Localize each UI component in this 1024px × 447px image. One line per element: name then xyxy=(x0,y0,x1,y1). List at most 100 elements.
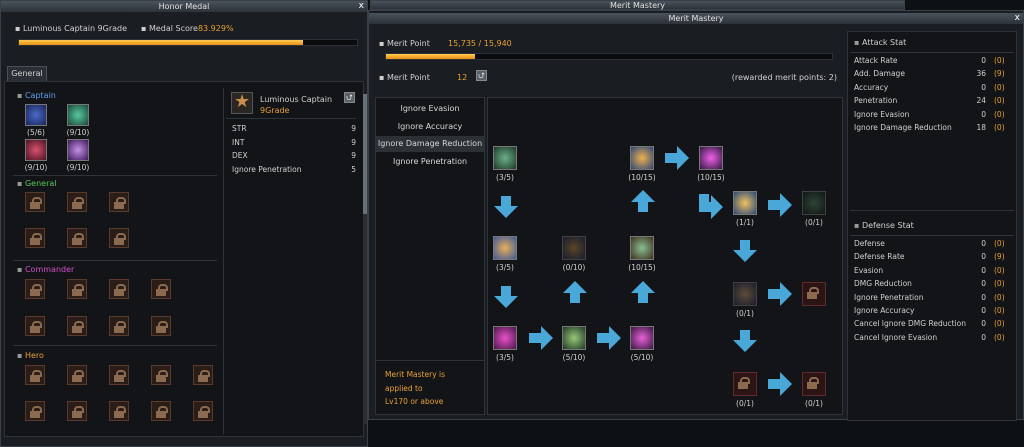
merit-level-value: 12 xyxy=(457,73,468,82)
merit-skill-icon[interactable] xyxy=(562,236,586,260)
medal-score: ▪ Medal Score83.929% xyxy=(141,24,234,33)
merit-bg-title-bar[interactable]: Merit Mastery xyxy=(370,0,905,10)
locked-node-icon[interactable] xyxy=(802,372,826,396)
general-heading: General xyxy=(17,179,57,188)
attack-stat-label: Ignore Evasion xyxy=(854,109,910,119)
locked-node-icon[interactable] xyxy=(733,372,757,396)
medal-score-fill xyxy=(19,40,303,45)
merit-skill-icon[interactable] xyxy=(630,146,654,170)
honor-scrollbar-thumb[interactable] xyxy=(363,94,367,214)
attack-stat-bonus: (0) xyxy=(994,96,1005,106)
merit-point-row: ▪ Merit Point xyxy=(379,39,430,48)
merit-title-bar[interactable]: Merit Mastery x xyxy=(369,13,1023,24)
detail-medal-grade: 9Grade xyxy=(260,106,290,115)
arrow-up-icon xyxy=(631,190,655,212)
defense-stat-label: Ignore Penetration xyxy=(854,292,924,302)
merit-skill-icon[interactable] xyxy=(733,282,757,306)
lock-icon xyxy=(67,228,87,248)
attack-stat-value: 36 xyxy=(976,69,986,79)
defense-stat-label: Defense Rate xyxy=(854,252,905,262)
merit-note: Merit Mastery is applied to Lv170 or above xyxy=(385,368,445,409)
merit-skill-icon[interactable] xyxy=(733,191,757,215)
lock-icon xyxy=(67,192,87,212)
merit-skill-icon[interactable] xyxy=(493,146,517,170)
arrow-down-icon xyxy=(733,240,757,262)
tab-general[interactable]: General xyxy=(7,66,47,81)
divider xyxy=(850,52,1014,53)
merit-menu-item[interactable]: Ignore Evasion xyxy=(376,101,484,117)
honor-title-bar[interactable]: Honor Medal x xyxy=(1,1,367,12)
captain-medal-3-count: (9/10) xyxy=(24,163,48,172)
attack-stat-bonus: (0) xyxy=(994,109,1005,119)
detail-action-button[interactable]: ⮍ xyxy=(344,92,355,103)
captain-heading: Captain xyxy=(17,91,56,100)
merit-skill-icon[interactable] xyxy=(562,326,586,350)
merit-skill-icon[interactable] xyxy=(802,191,826,215)
honor-content-panel: Captain (5/6) (9/10) (9/10) (9/10) Gener… xyxy=(4,81,367,437)
merit-skill-count: (5/10) xyxy=(562,353,586,362)
detail-stat-label: INT xyxy=(232,137,245,147)
attack-stat-row: Attack Rate 0 (0) xyxy=(854,56,1010,69)
merit-point-value: 15,735 / 15,940 xyxy=(448,39,512,48)
defense-stat-heading: Defense Stat xyxy=(854,221,914,230)
defense-stat-bonus: (0) xyxy=(994,306,1005,315)
defense-stat-row: Defense 0 (0) xyxy=(854,239,1010,252)
captain-medal-1-count: (5/6) xyxy=(27,128,45,137)
merit-level-row: ▪ Merit Point xyxy=(379,73,430,82)
detail-stat-row: Ignore Penetration 5 xyxy=(232,165,356,178)
lock-icon xyxy=(193,401,213,421)
detail-stat-value: 5 xyxy=(351,164,356,174)
merit-point-bar xyxy=(385,53,833,60)
attack-stat-row: Accuracy 0 (0) xyxy=(854,83,1010,96)
attack-stat-label: Ignore Damage Reduction xyxy=(854,123,952,132)
defense-stat-value: 0 xyxy=(981,306,986,315)
merit-skill-icon[interactable] xyxy=(630,236,654,260)
rewarded-merit-points: (rewarded merit points: 2) xyxy=(731,73,837,82)
defense-stat-bonus: (0) xyxy=(994,292,1005,302)
locked-node-icon[interactable] xyxy=(802,282,826,306)
arrow-right-icon xyxy=(768,193,792,217)
merit-menu-item[interactable]: Ignore Accuracy xyxy=(376,119,484,135)
captain-medal-1-icon[interactable] xyxy=(25,104,47,126)
merit-menu-item[interactable]: Ignore Penetration xyxy=(376,154,484,170)
captain-medal-3-icon[interactable] xyxy=(25,139,47,161)
attack-stat-row: Ignore Evasion 0 (0) xyxy=(854,110,1010,123)
medal-detail-panel: ★ Luminous Captain 9Grade ⮍ STR 9 INT 9 DEX 9… xyxy=(223,88,359,434)
merit-skill-icon[interactable] xyxy=(699,146,723,170)
defense-stat-row: Defense Rate 0 (9) xyxy=(854,252,1010,265)
commander-heading: Commander xyxy=(17,265,74,274)
arrow-right-icon xyxy=(597,326,621,350)
merit-skill-icon[interactable] xyxy=(493,326,517,350)
defense-stat-label: Cancel Ignore Evasion xyxy=(854,332,938,342)
merit-menu-item[interactable]: Ignore Damage Reduction xyxy=(376,136,484,152)
divider xyxy=(226,118,356,119)
defense-stat-value: 0 xyxy=(981,239,986,248)
lock-icon xyxy=(25,279,45,299)
lock-icon xyxy=(109,279,129,299)
merit-point-fill xyxy=(386,54,476,59)
defense-stat-bonus: (0) xyxy=(994,239,1005,248)
captain-medal-2-icon[interactable] xyxy=(67,104,89,126)
defense-stat-bonus: (0) xyxy=(994,279,1005,289)
defense-stat-row: Cancel Ignore DMG Reduction 0 (0) xyxy=(854,319,1010,332)
merit-close-button[interactable]: x xyxy=(1015,13,1020,24)
merit-level-button[interactable]: ⮍ xyxy=(476,70,487,81)
detail-stat-row: DEX 9 xyxy=(232,151,356,164)
honor-medal-window: Honor Medal x ▪ Luminous Captain 9Grade … xyxy=(0,0,368,447)
captain-medal-4-icon[interactable] xyxy=(67,139,89,161)
detail-stat-row: INT 9 xyxy=(232,138,356,151)
defense-stat-row: Cancel Ignore Evasion 0 (0) xyxy=(854,333,1010,346)
attack-stat-heading: Attack Stat xyxy=(854,38,906,47)
attack-stat-bonus: (0) xyxy=(994,56,1005,65)
honor-close-button[interactable]: x xyxy=(359,1,364,12)
merit-skill-icon[interactable] xyxy=(493,236,517,260)
attack-stat-bonus: (0) xyxy=(994,123,1005,132)
merit-skill-icon[interactable] xyxy=(630,326,654,350)
honor-scrollbar[interactable] xyxy=(363,94,367,424)
merit-note-line: Merit Mastery is xyxy=(385,370,446,379)
defense-stat-bonus: (0) xyxy=(994,265,1005,275)
attack-stat-row: Penetration 24 (0) xyxy=(854,96,1010,109)
attack-stat-value: 0 xyxy=(981,56,986,65)
medal-score-value: 83.929% xyxy=(197,24,234,33)
defense-stat-value: 0 xyxy=(981,319,986,329)
